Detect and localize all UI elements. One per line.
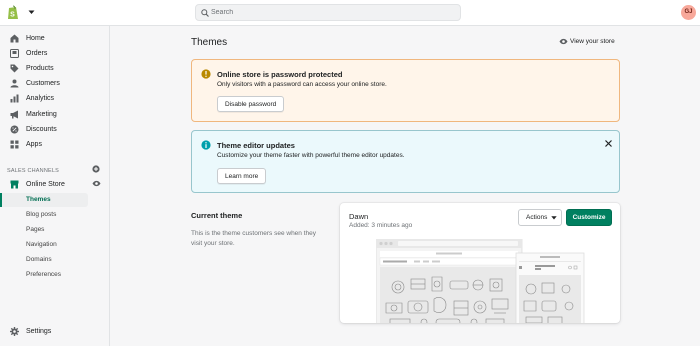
theme-added-time: Added: 3 minutes ago [349, 222, 413, 229]
avatar[interactable]: GJ [681, 5, 696, 20]
sidebar-item-label: Online Store [26, 181, 65, 188]
discount-icon [10, 125, 19, 134]
view-online-store-eye-icon[interactable] [92, 180, 101, 187]
sidebar-item-analytics[interactable]: Analytics [0, 92, 110, 106]
current-theme-description: This is the theme customers see when the… [191, 230, 317, 247]
tag-icon [10, 64, 19, 73]
current-theme-card: Dawn Added: 3 minutes ago Actions Custom… [340, 203, 620, 323]
sales-channels-heading: SALES CHANNELS [7, 168, 60, 174]
sidebar-item-label: Marketing [26, 111, 57, 118]
sidebar-item-label: Discounts [26, 126, 57, 133]
sidebar-item-customers[interactable]: Customers [0, 77, 110, 91]
info-icon [201, 140, 211, 150]
page-title: Themes [191, 37, 228, 48]
sidebar-subitem-domains[interactable]: Domains [0, 253, 88, 267]
sidebar-subitem-label: Navigation [26, 241, 57, 248]
sidebar-subitem-navigation[interactable]: Navigation [0, 238, 88, 252]
sidebar-item-label: Home [26, 35, 45, 42]
eye-icon [559, 38, 568, 45]
store-icon [10, 180, 19, 189]
svg-text:S: S [10, 12, 15, 19]
theme-preview-image [376, 239, 585, 323]
sidebar-item-label: Orders [26, 50, 48, 57]
sidebar-item-label: Apps [26, 141, 42, 148]
sidebar-subitem-label: Domains [26, 256, 52, 263]
sidebar-subitem-label: Pages [26, 226, 45, 233]
person-icon [10, 79, 19, 88]
chevron-down-icon [551, 216, 557, 220]
sidebar-item-label: Products [26, 65, 54, 72]
banner-text: Only visitors with a password can access… [217, 81, 387, 88]
sidebar-item-apps[interactable]: Apps [0, 138, 110, 152]
sidebar-item-discounts[interactable]: Discounts [0, 123, 110, 137]
banner-title: Online store is password protected [217, 70, 343, 79]
sidebar-subitem-label: Themes [26, 196, 51, 203]
sidebar-item-orders[interactable]: Orders [0, 47, 110, 61]
search-icon [201, 9, 209, 17]
current-theme-heading: Current theme [191, 211, 243, 220]
sidebar-subitem-pages[interactable]: Pages [0, 223, 88, 237]
sidebar-subitem-themes[interactable]: Themes [0, 193, 88, 207]
sidebar-subitem-preferences[interactable]: Preferences [0, 268, 88, 282]
sidebar-subitem-label: Blog posts [26, 211, 57, 218]
banner-title: Theme editor updates [217, 141, 295, 150]
sidebar-item-home[interactable]: Home [0, 32, 110, 46]
banner-text: Customize your theme faster with powerfu… [217, 152, 405, 159]
warning-icon [201, 69, 211, 79]
orders-icon [10, 49, 19, 58]
sidebar-item-label: Analytics [26, 95, 55, 102]
search-input[interactable] [211, 6, 451, 19]
theme-name: Dawn [349, 212, 369, 221]
home-icon [10, 34, 19, 43]
view-store-label: View your store [570, 38, 615, 45]
top-bar: S GJ [0, 0, 700, 26]
bar-chart-icon [10, 94, 19, 103]
sidebar-subitem-blog-posts[interactable]: Blog posts [0, 208, 88, 222]
close-icon[interactable] [605, 140, 612, 147]
sidebar-item-marketing[interactable]: Marketing [0, 108, 110, 122]
add-sales-channel-icon[interactable] [92, 165, 100, 173]
actions-label: Actions [526, 214, 548, 221]
learn-more-button[interactable]: Learn more [217, 168, 267, 184]
sidebar-item-settings[interactable]: Settings [0, 325, 110, 339]
shopify-logo-icon[interactable]: S [7, 5, 19, 20]
sidebar: Home Orders Products Customers Analytics… [0, 26, 110, 346]
apps-icon [10, 140, 19, 149]
sidebar-item-label: Settings [26, 328, 52, 335]
gear-icon [10, 327, 19, 336]
sidebar-subitem-label: Preferences [26, 271, 62, 278]
search-bar[interactable] [195, 4, 461, 21]
theme-editor-updates-banner: Theme editor updates Customize your them… [191, 130, 620, 193]
actions-dropdown-button[interactable]: Actions [518, 209, 562, 226]
sidebar-item-label: Customers [26, 80, 60, 87]
disable-password-button[interactable]: Disable password [217, 96, 285, 112]
sidebar-item-products[interactable]: Products [0, 62, 110, 76]
megaphone-icon [10, 110, 18, 119]
customize-button[interactable]: Customize [566, 209, 612, 226]
store-switcher-caret-icon[interactable] [28, 10, 35, 15]
password-protected-banner: Online store is password protected Only … [191, 59, 620, 122]
